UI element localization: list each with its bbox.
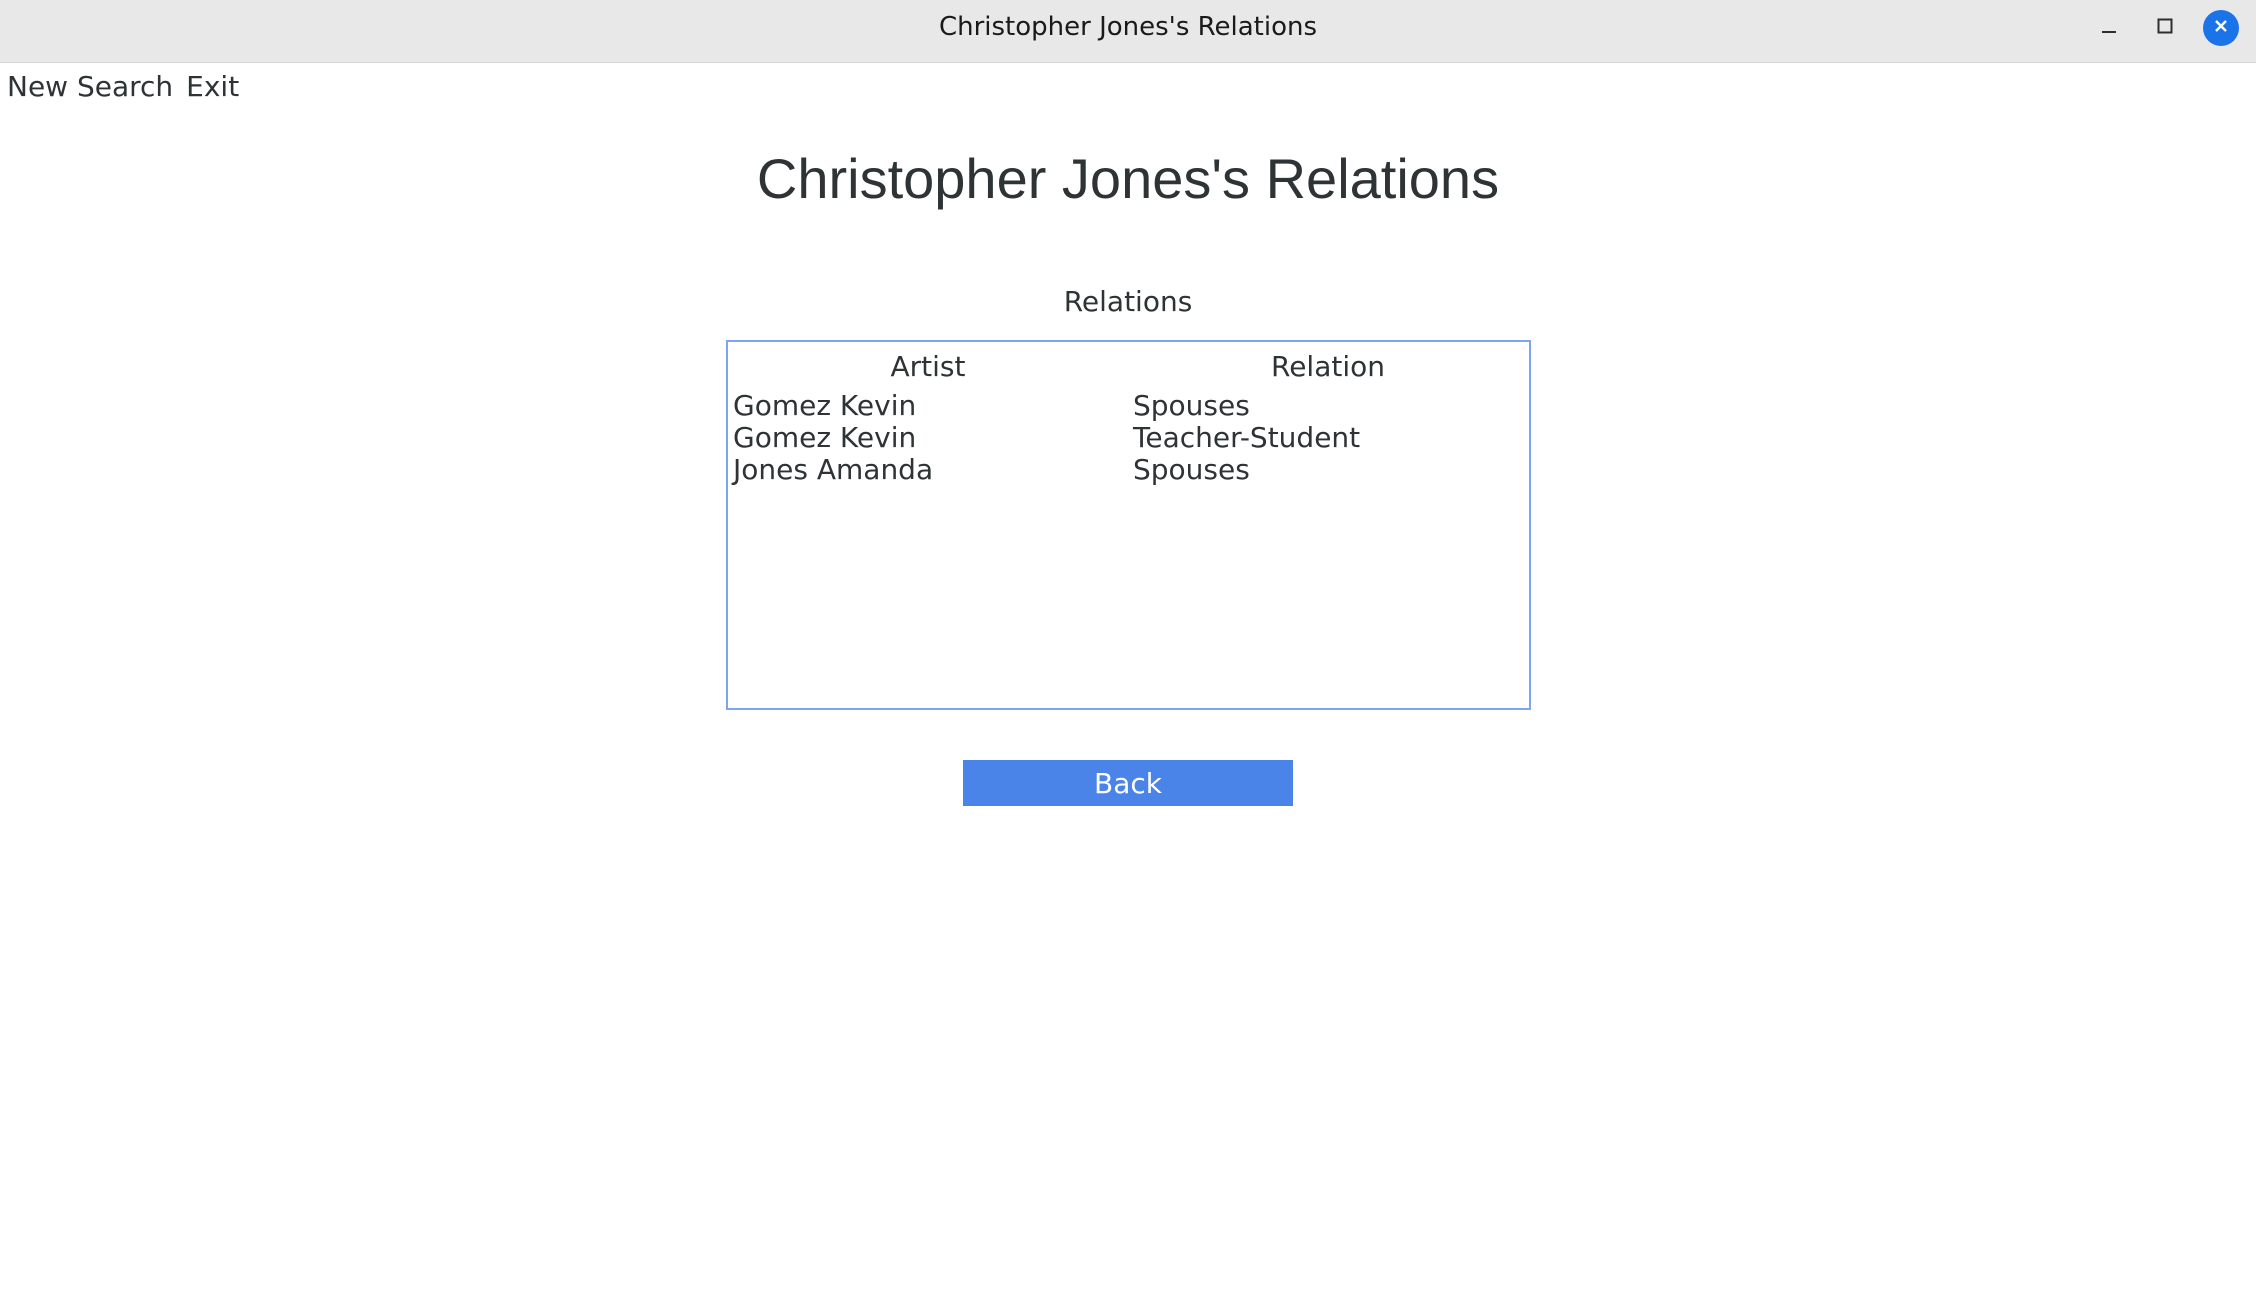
column-header-artist[interactable]: Artist <box>728 350 1128 383</box>
table-row[interactable]: Jones Amanda Spouses <box>728 453 1529 486</box>
maximize-icon <box>2156 17 2174 39</box>
window-title: Christopher Jones's Relations <box>938 12 1318 42</box>
close-button[interactable] <box>2203 10 2239 46</box>
close-icon <box>2212 17 2230 39</box>
menu-item-exit[interactable]: Exit <box>186 70 239 103</box>
table-body: Gomez Kevin Spouses Gomez Kevin Teacher-… <box>728 389 1529 486</box>
cell-artist: Jones Amanda <box>733 453 934 486</box>
relations-table[interactable]: Artist Relation Gomez Kevin Spouses Gome… <box>726 340 1531 710</box>
column-header-relation[interactable]: Relation <box>1128 350 1528 383</box>
cell-relation: Teacher-Student <box>1133 421 1361 454</box>
table-header: Artist Relation <box>728 350 1529 386</box>
cell-artist: Gomez Kevin <box>733 421 917 454</box>
minimize-button[interactable] <box>2091 10 2127 46</box>
cell-artist: Gomez Kevin <box>733 389 917 422</box>
page-title: Christopher Jones's Relations <box>756 147 1500 210</box>
cell-relation: Spouses <box>1133 453 1250 486</box>
menu-bar: New Search Exit <box>0 64 252 108</box>
menu-item-new-search[interactable]: New Search <box>7 70 173 103</box>
window-titlebar: Christopher Jones's Relations <box>0 0 2256 63</box>
cell-relation: Spouses <box>1133 389 1250 422</box>
table-row[interactable]: Gomez Kevin Teacher-Student <box>728 421 1529 454</box>
back-button[interactable]: Back <box>963 760 1293 806</box>
relations-label: Relations <box>1063 285 1193 318</box>
minimize-icon <box>2100 17 2118 39</box>
table-row[interactable]: Gomez Kevin Spouses <box>728 389 1529 422</box>
maximize-button[interactable] <box>2147 10 2183 46</box>
